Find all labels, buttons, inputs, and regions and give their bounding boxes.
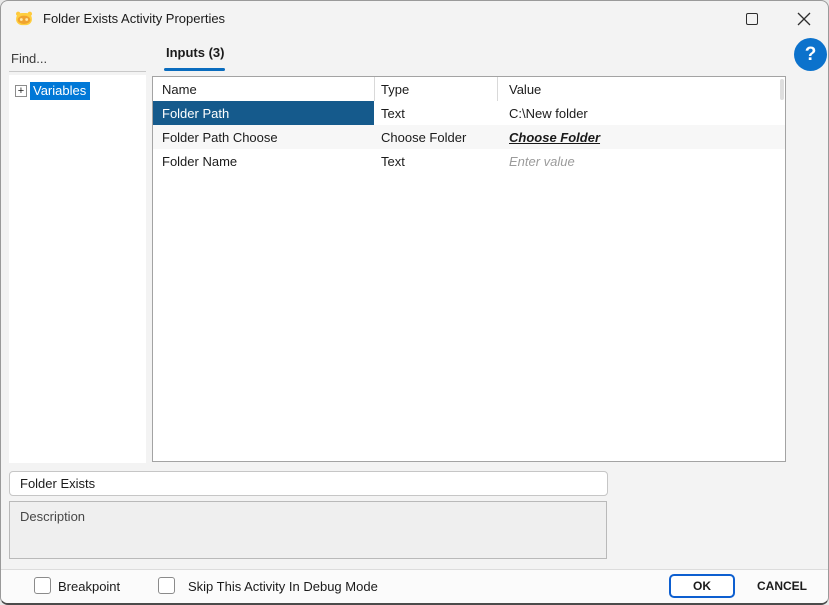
cell-name[interactable]: Folder Path (153, 101, 374, 125)
tree-expander-icon[interactable]: + (15, 85, 27, 97)
column-header-type: Type (374, 77, 497, 101)
find-input[interactable] (11, 47, 144, 69)
maximize-button[interactable] (735, 4, 769, 34)
close-icon (797, 12, 811, 26)
description-input[interactable] (9, 501, 607, 559)
cell-type: Text (381, 105, 405, 121)
question-mark-icon: ? (804, 43, 817, 65)
cell-value[interactable]: C:\New folder (497, 101, 785, 125)
column-header-value: Value (497, 77, 785, 101)
table-row-folder-path[interactable]: Folder Path Text C:\New folder (153, 101, 785, 125)
table-row-folder-path-choose[interactable]: Folder Path Choose Choose Folder Choose … (153, 125, 785, 149)
value-placeholder: Enter value (509, 153, 575, 169)
column-header-name: Name (162, 81, 197, 97)
cell-type: Choose Folder (381, 129, 467, 145)
activity-name-input[interactable] (9, 471, 608, 496)
window-title: Folder Exists Activity Properties (43, 11, 226, 26)
breakpoint-checkbox[interactable] (34, 577, 51, 594)
table-header: Name Type Value (153, 77, 785, 101)
tree-item-variables[interactable]: + Variables (15, 82, 146, 100)
cell-value: Choose Folder (497, 125, 785, 149)
close-button[interactable] (787, 4, 821, 34)
footer: Breakpoint Skip This Activity In Debug M… (1, 569, 828, 603)
help-button[interactable]: ? (794, 38, 827, 71)
tree-item-label[interactable]: Variables (30, 82, 91, 100)
cancel-button[interactable]: CANCEL (742, 574, 822, 598)
cell-name[interactable]: Folder Name (153, 149, 374, 173)
inputs-table: Name Type Value Folder Path Text C:\New … (152, 76, 786, 462)
table-row-folder-name[interactable]: Folder Name Text Enter value (153, 149, 785, 173)
choose-folder-link[interactable]: Choose Folder (509, 130, 600, 145)
skip-debug-label: Skip This Activity In Debug Mode (188, 579, 378, 594)
ok-button[interactable]: OK (669, 574, 735, 598)
find-underline (9, 71, 146, 72)
variables-tree: + Variables (9, 75, 146, 463)
tab-active-indicator (164, 68, 225, 71)
maximize-icon (746, 13, 758, 25)
titlebar: Folder Exists Activity Properties (1, 1, 828, 37)
breakpoint-label: Breakpoint (58, 579, 121, 594)
activity-properties-dialog: Folder Exists Activity Properties ? + Va… (0, 0, 829, 605)
cell-name[interactable]: Folder Path Choose (153, 125, 374, 149)
skip-debug-checkbox[interactable] (158, 577, 175, 594)
cell-value[interactable]: Enter value (497, 149, 785, 173)
table-scrollbar[interactable] (780, 79, 784, 100)
tab-inputs[interactable]: Inputs (3) (166, 45, 225, 60)
robot-app-icon (14, 8, 34, 28)
cell-type: Text (381, 153, 405, 169)
